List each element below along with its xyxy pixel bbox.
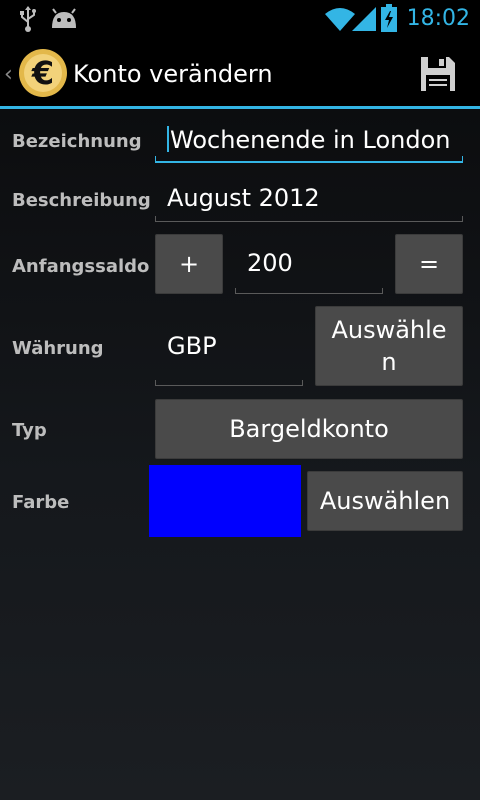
action-bar-divider bbox=[0, 106, 480, 109]
color-select-button[interactable]: Auswählen bbox=[307, 471, 463, 531]
currency-label: Währung bbox=[12, 338, 104, 359]
initial-balance-value: 200 bbox=[247, 249, 293, 277]
signal-icon bbox=[352, 6, 376, 36]
type-label: Typ bbox=[12, 420, 47, 441]
page-title: Konto verändern bbox=[73, 60, 273, 88]
initial-balance-label: Anfangssaldo bbox=[12, 256, 150, 277]
svg-text:€: € bbox=[31, 54, 54, 92]
calculate-button[interactable]: = bbox=[395, 234, 463, 294]
sign-toggle-button[interactable]: + bbox=[155, 234, 223, 294]
currency-select-button[interactable]: Auswähle n bbox=[315, 306, 463, 386]
initial-balance-field[interactable]: 200 bbox=[235, 251, 383, 294]
usb-icon bbox=[18, 6, 38, 36]
android-debug-icon bbox=[50, 8, 78, 34]
currency-value: GBP bbox=[167, 332, 217, 360]
floppy-disk-icon bbox=[421, 57, 455, 91]
description-field[interactable]: August 2012 bbox=[155, 186, 463, 222]
description-value: August 2012 bbox=[167, 184, 320, 212]
currency-field[interactable]: GBP bbox=[155, 334, 303, 386]
status-bar: 18:02 bbox=[0, 0, 480, 38]
name-value: Wochenende in London bbox=[170, 126, 451, 154]
color-swatch[interactable] bbox=[149, 465, 301, 537]
account-type-button[interactable]: Bargeldkonto bbox=[155, 399, 463, 459]
save-button[interactable] bbox=[410, 48, 466, 100]
name-label: Bezeichnung bbox=[12, 131, 142, 152]
text-cursor bbox=[167, 126, 169, 152]
up-caret-icon[interactable]: ‹ bbox=[4, 62, 13, 87]
euro-coin-icon[interactable]: € bbox=[18, 48, 68, 98]
clock: 18:02 bbox=[406, 6, 470, 31]
color-label: Farbe bbox=[12, 492, 70, 513]
description-label: Beschreibung bbox=[12, 190, 151, 211]
battery-charging-icon bbox=[381, 4, 397, 36]
name-field[interactable]: Wochenende in London bbox=[155, 126, 463, 163]
